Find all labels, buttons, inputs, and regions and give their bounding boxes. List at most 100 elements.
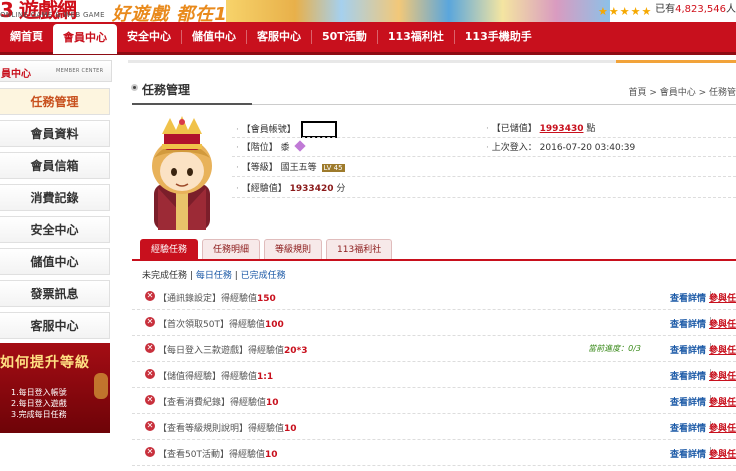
incomplete-icon: ✕ bbox=[145, 343, 155, 353]
bullet: · bbox=[236, 143, 239, 153]
sidebar-header: 員中心 MEMBER CENTER bbox=[0, 60, 112, 82]
breadcrumb[interactable]: 首頁 > 會員中心 > 任務管 bbox=[628, 85, 736, 98]
stored-unit: 點 bbox=[586, 124, 596, 134]
last-login-row: · 上次登入： 2016-07-20 03:40:39 bbox=[486, 140, 635, 153]
site-logo-subtitle: ONLINE GAME & WEB GAME bbox=[0, 11, 105, 19]
task-name: 【查看50T活動】得經驗值10 bbox=[158, 450, 278, 460]
task-points: 100 bbox=[264, 320, 284, 330]
view-detail-link[interactable]: 查看詳情 bbox=[670, 421, 706, 434]
star-icons: ★★★★★ bbox=[598, 5, 653, 18]
join-task-link[interactable]: 參與任 bbox=[709, 421, 736, 434]
join-task-link[interactable]: 參與任 bbox=[709, 447, 736, 460]
join-task-link[interactable]: 參與任 bbox=[709, 395, 736, 408]
sidebar-item-purchase-history[interactable]: 消費記錄 bbox=[0, 184, 110, 211]
tab-113-welfare[interactable]: 113福利社 bbox=[326, 239, 393, 259]
gem-icon bbox=[293, 140, 306, 152]
stored-row: · 【已儲值】 1993430 點 bbox=[486, 121, 595, 134]
exp-row: · 【經驗值】 1933420 分 bbox=[236, 181, 345, 194]
join-task-link[interactable]: 參與任 bbox=[709, 317, 736, 330]
task-points: 1:1 bbox=[257, 372, 274, 382]
filter-separator: | bbox=[234, 271, 238, 281]
top-banner: 3 遊戲網 ONLINE GAME & WEB GAME 好遊戲 都在113 ★… bbox=[0, 0, 736, 22]
task-name: 【查看等級規則說明】得經驗值10 bbox=[158, 424, 297, 434]
join-task-link[interactable]: 參與任 bbox=[709, 291, 736, 304]
member-count-value: 4,823,546 bbox=[675, 4, 726, 15]
tab-underline bbox=[132, 259, 736, 261]
stored-label: 【已儲值】 bbox=[491, 124, 537, 134]
nav-50t-event[interactable]: 50T活動 bbox=[312, 22, 377, 52]
bullet: · bbox=[236, 125, 239, 135]
nav-security-center[interactable]: 安全中心 bbox=[117, 22, 181, 52]
view-detail-link[interactable]: 查看詳情 bbox=[670, 291, 706, 304]
incomplete-icon: ✕ bbox=[145, 291, 155, 301]
filter-completed[interactable]: 已完成任務 bbox=[241, 271, 286, 281]
account-label: 【會員帳號】 bbox=[241, 125, 296, 135]
task-name: 【每日登入三款遊戲】得經驗值20*3 bbox=[158, 346, 308, 356]
view-detail-link[interactable]: 查看詳情 bbox=[670, 395, 706, 408]
promo-line: 1.每日登入帳號 bbox=[11, 388, 67, 397]
sidebar-item-security-center[interactable]: 安全中心 bbox=[0, 216, 110, 243]
nav-home[interactable]: 網首頁 bbox=[0, 22, 53, 52]
incomplete-icon: ✕ bbox=[145, 421, 155, 431]
filter-daily[interactable]: 每日任務 bbox=[196, 271, 232, 281]
sidebar-item-member-mailbox[interactable]: 會員信箱 bbox=[0, 152, 110, 179]
join-task-link[interactable]: 參與任 bbox=[709, 343, 736, 356]
bullet: · bbox=[236, 163, 239, 173]
stored-value[interactable]: 1993430 bbox=[540, 124, 584, 134]
sidebar-title: 員中心 bbox=[1, 69, 31, 80]
sidebar-item-invoice-info[interactable]: 發票訊息 bbox=[0, 280, 110, 307]
view-detail-link[interactable]: 查看詳情 bbox=[670, 447, 706, 460]
member-count-suffix: 人 bbox=[726, 4, 736, 15]
info-divider bbox=[232, 156, 736, 157]
bullet: · bbox=[486, 143, 489, 153]
title-divider bbox=[132, 103, 736, 105]
tab-level-rules[interactable]: 等級規則 bbox=[264, 239, 323, 259]
view-detail-link[interactable]: 查看詳情 bbox=[670, 369, 706, 382]
avatar bbox=[152, 116, 212, 230]
task-row: ✕ 【查看50T活動】得經驗值10 查看詳情 | 參與任 bbox=[132, 440, 736, 466]
nav-113-mobile-helper[interactable]: 113手機助手 bbox=[455, 22, 542, 52]
task-row: ✕ 【首次領取50T】得經驗值100 查看詳情 | 參與任 bbox=[132, 310, 736, 336]
sidebar-item-topup-center[interactable]: 儲值中心 bbox=[0, 248, 110, 275]
nav-member-center[interactable]: 會員中心 bbox=[53, 23, 117, 54]
member-count-prefix: 已有 bbox=[655, 4, 676, 15]
filter-separator: | bbox=[189, 271, 193, 281]
tab-task-details[interactable]: 任務明細 bbox=[202, 239, 261, 259]
promo-list: 1.每日登入帳號 2.每日登入遊戲 3.完成每日任務 bbox=[11, 387, 67, 420]
bullet: · bbox=[486, 124, 489, 134]
view-detail-link[interactable]: 查看詳情 bbox=[670, 317, 706, 330]
account-row: · 【會員帳號】 bbox=[236, 121, 337, 138]
tab-experience-tasks[interactable]: 經驗任務 bbox=[140, 239, 199, 259]
sidebar-item-customer-service[interactable]: 客服中心 bbox=[0, 312, 110, 339]
promo-line: 3.完成每日任務 bbox=[11, 410, 67, 419]
banner-artwork: ★★★★★ bbox=[226, 0, 651, 22]
incomplete-icon: ✕ bbox=[145, 369, 155, 379]
level-badge: LV 45 bbox=[321, 164, 345, 172]
nav-topup-center[interactable]: 儲值中心 bbox=[182, 22, 246, 52]
incomplete-icon: ✕ bbox=[145, 395, 155, 405]
exp-value: 1933420 bbox=[289, 184, 334, 194]
level-value: 國王五等 bbox=[280, 163, 317, 173]
task-row: ✕ 【通訊錄設定】得經驗值150 查看詳情 | 參與任 bbox=[132, 284, 736, 310]
exp-unit: 分 bbox=[336, 184, 346, 194]
level-row: · 【等級】 國王五等 LV 45 bbox=[236, 160, 345, 173]
member-count: 已有4,823,546人 bbox=[655, 0, 736, 15]
nav-113-welfare[interactable]: 113福利社 bbox=[378, 22, 454, 52]
title-bullet-icon bbox=[131, 84, 138, 91]
main-nav: 網首頁 會員中心 安全中心 儲值中心 客服中心 50T活動 113福利社 113… bbox=[0, 22, 736, 55]
main-panel: 任務管理 首頁 > 會員中心 > 任務管 · 【會員帳號】 · 【已儲值】 19… bbox=[118, 60, 736, 471]
last-login-label: 上次登入： bbox=[491, 143, 537, 153]
rank-label: 【階位】 bbox=[241, 143, 278, 153]
view-detail-link[interactable]: 查看詳情 bbox=[670, 343, 706, 356]
promo-title: 如何提升等級 bbox=[0, 355, 90, 371]
task-tabs: 經驗任務 任務明細 等級規則 113福利社 bbox=[140, 239, 396, 259]
task-name: 【查看消費紀錄】得經驗值10 bbox=[158, 398, 279, 408]
sidebar-item-task-management[interactable]: 任務管理 bbox=[0, 88, 110, 115]
filter-incomplete[interactable]: 未完成任務 bbox=[142, 271, 187, 281]
exp-label: 【經驗值】 bbox=[241, 184, 287, 194]
task-row: ✕ 【查看消費紀錄】得經驗值10 查看詳情 | 參與任 bbox=[132, 388, 736, 414]
level-up-promo[interactable]: 如何提升等級 1.每日登入帳號 2.每日登入遊戲 3.完成每日任務 bbox=[0, 343, 110, 433]
join-task-link[interactable]: 參與任 bbox=[709, 369, 736, 382]
sidebar-item-member-info[interactable]: 會員資料 bbox=[0, 120, 110, 147]
nav-service-center[interactable]: 客服中心 bbox=[247, 22, 311, 52]
